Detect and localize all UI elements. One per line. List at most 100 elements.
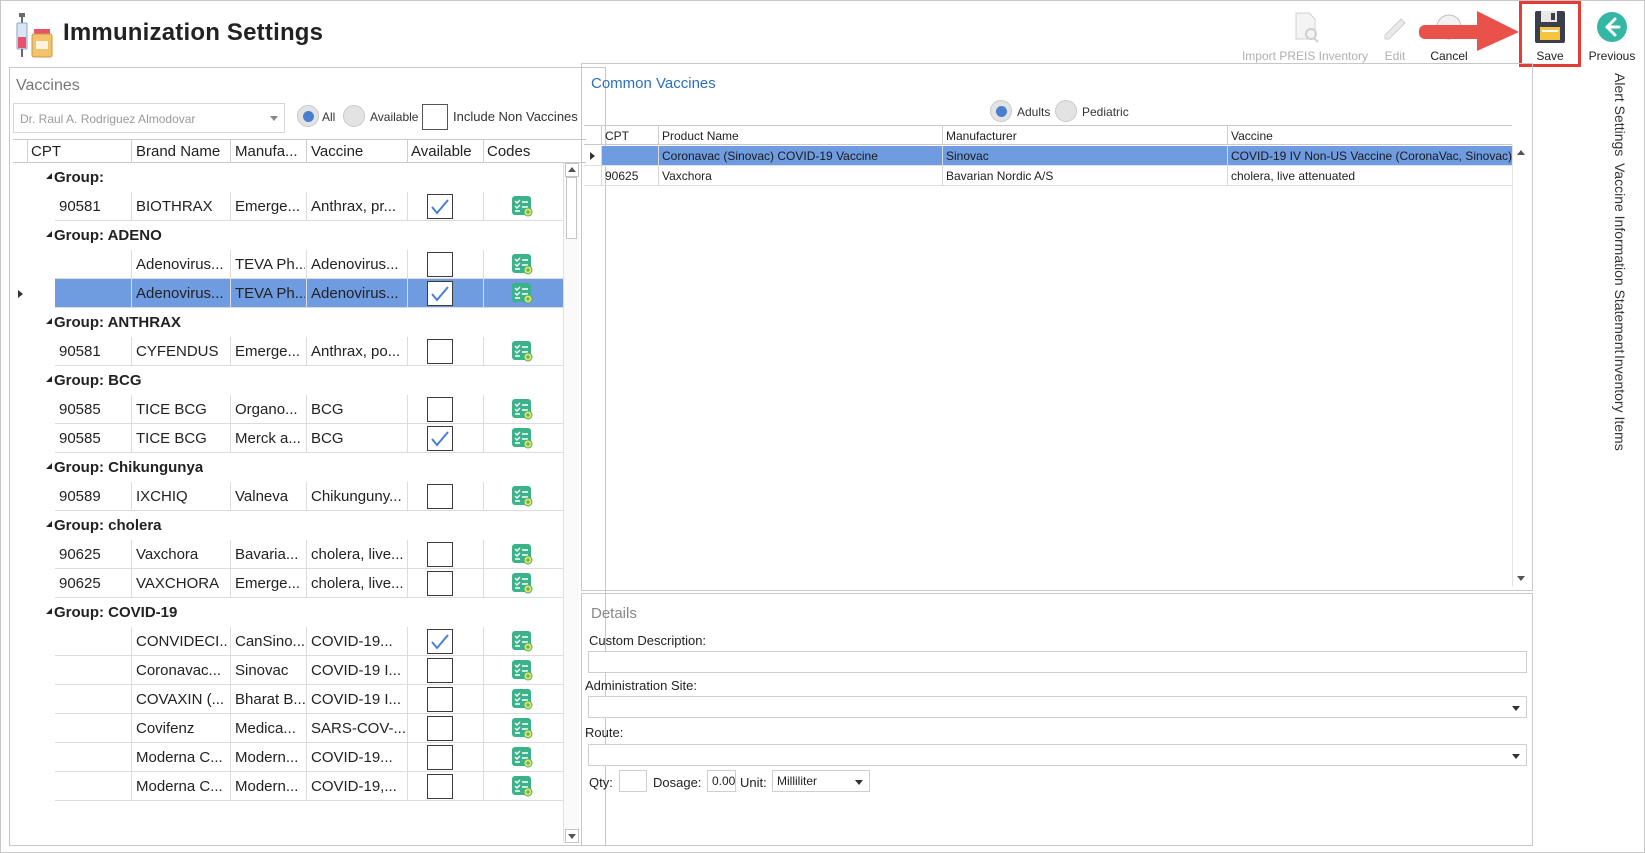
checklist-add-icon[interactable] bbox=[511, 427, 533, 449]
vaccine-row[interactable]: 90625 VAXCHORA Emerge... cholera, live... bbox=[13, 569, 565, 598]
common-vaccine-row[interactable]: Coronavac (Sinovac) COVID-19 Vaccine Sino… bbox=[584, 146, 1512, 166]
cell-brand-name: Adenovirus... bbox=[136, 256, 224, 273]
vaccine-row[interactable]: COVAXIN (... Bharat B... COVID-19 I... bbox=[13, 685, 565, 714]
group-row[interactable]: Group: COVID-19 bbox=[13, 598, 565, 627]
cv-col-vaccine[interactable]: Vaccine bbox=[1231, 129, 1273, 143]
include-non-vaccines-checkbox[interactable] bbox=[422, 104, 448, 130]
available-checkbox[interactable] bbox=[427, 194, 453, 219]
available-checkbox[interactable] bbox=[427, 774, 453, 799]
dosage-input[interactable]: 0.00 bbox=[707, 770, 736, 792]
checklist-add-icon[interactable] bbox=[511, 630, 533, 652]
col-codes[interactable]: Codes bbox=[487, 143, 530, 160]
available-checkbox[interactable] bbox=[427, 542, 453, 567]
checklist-add-icon[interactable] bbox=[511, 572, 533, 594]
vaccine-row[interactable]: 90585 TICE BCG Organo... BCG bbox=[13, 395, 565, 424]
col-cpt[interactable]: CPT bbox=[31, 143, 61, 160]
cv-cell-product-name: Coronavac (Sinovac) COVID-19 Vaccine bbox=[662, 149, 878, 163]
col-brand-name[interactable]: Brand Name bbox=[136, 143, 220, 160]
vaccine-row[interactable]: 90585 TICE BCG Merck a... BCG bbox=[13, 424, 565, 453]
common-vaccines-scrollbar[interactable] bbox=[1512, 145, 1528, 586]
filter-pediatric-radio[interactable] bbox=[1055, 100, 1077, 122]
vaccine-row[interactable]: 90581 BIOTHRAX Emerge... Anthrax, pr... bbox=[13, 192, 565, 221]
group-row[interactable]: Group: BCG bbox=[13, 366, 565, 395]
filter-available-radio[interactable] bbox=[343, 105, 365, 127]
cv-col-cpt[interactable]: CPT bbox=[605, 129, 629, 143]
available-checkbox[interactable] bbox=[427, 484, 453, 509]
checklist-add-icon[interactable] bbox=[511, 659, 533, 681]
vaccine-row[interactable]: Adenovirus... TEVA Ph... Adenovirus... bbox=[13, 250, 565, 279]
col-vaccine[interactable]: Vaccine bbox=[311, 143, 363, 160]
vaccines-grid-scrollbar[interactable] bbox=[563, 163, 579, 843]
available-checkbox[interactable] bbox=[427, 281, 453, 306]
common-vaccine-row[interactable]: 90625 Vaxchora Bavarian Nordic A/S cholera,… bbox=[584, 166, 1512, 186]
tab-alert-settings[interactable]: Alert Settings bbox=[1612, 73, 1628, 156]
available-checkbox[interactable] bbox=[427, 629, 453, 654]
scroll-down-icon[interactable] bbox=[568, 834, 576, 839]
collapse-group-icon[interactable] bbox=[46, 231, 52, 237]
administration-site-select[interactable] bbox=[588, 696, 1527, 718]
checklist-add-icon[interactable] bbox=[511, 398, 533, 420]
previous-button[interactable]: Previous bbox=[1587, 5, 1637, 63]
collapse-group-icon[interactable] bbox=[46, 608, 52, 614]
cv-col-product-name[interactable]: Product Name bbox=[662, 129, 739, 143]
custom-description-input[interactable] bbox=[588, 651, 1527, 673]
group-row[interactable]: Group: bbox=[13, 163, 565, 192]
available-checkbox[interactable] bbox=[427, 397, 453, 422]
collapse-group-icon[interactable] bbox=[46, 318, 52, 324]
collapse-group-icon[interactable] bbox=[46, 521, 52, 527]
vaccine-row[interactable]: 90581 CYFENDUS Emerge... Anthrax, po... bbox=[13, 337, 565, 366]
vaccine-row[interactable]: Moderna C... Modern... COVID-19,... bbox=[13, 772, 565, 801]
checklist-add-icon[interactable] bbox=[511, 340, 533, 362]
checklist-add-icon[interactable] bbox=[511, 746, 533, 768]
collapse-group-icon[interactable] bbox=[46, 376, 52, 382]
vaccine-row[interactable]: CONVIDECI... CanSino... COVID-19... bbox=[13, 627, 565, 656]
vaccine-row[interactable]: Covifenz Medica... SARS-COV-... bbox=[13, 714, 565, 743]
scroll-up-icon[interactable] bbox=[568, 167, 576, 172]
vaccine-row[interactable]: Adenovirus... TEVA Ph... Adenovirus... bbox=[13, 279, 565, 308]
checklist-add-icon[interactable] bbox=[511, 775, 533, 797]
vaccine-row[interactable]: 90625 Vaxchora Bavaria... cholera, live... bbox=[13, 540, 565, 569]
available-checkbox[interactable] bbox=[427, 339, 453, 364]
collapse-group-icon[interactable] bbox=[46, 173, 52, 179]
tab-inventory-items[interactable]: Inventory Items bbox=[1612, 355, 1628, 451]
tab-vaccine-information-statement[interactable]: Vaccine Information Statement bbox=[1612, 163, 1628, 353]
current-row-pointer-icon bbox=[590, 152, 595, 160]
scroll-down-icon[interactable] bbox=[1517, 576, 1525, 581]
checklist-add-icon[interactable] bbox=[511, 282, 533, 304]
available-checkbox[interactable] bbox=[427, 426, 453, 451]
group-row[interactable]: Group: ADENO bbox=[13, 221, 565, 250]
cv-col-manufacturer[interactable]: Manufacturer bbox=[946, 129, 1017, 143]
filter-adults-radio[interactable] bbox=[990, 100, 1012, 122]
filter-all-radio[interactable] bbox=[297, 105, 319, 127]
col-manufacturer[interactable]: Manufa... bbox=[235, 143, 298, 160]
checklist-add-icon[interactable] bbox=[511, 253, 533, 275]
group-row[interactable]: Group: ANTHRAX bbox=[13, 308, 565, 337]
checklist-add-icon[interactable] bbox=[511, 485, 533, 507]
checklist-add-icon[interactable] bbox=[511, 688, 533, 710]
available-checkbox[interactable] bbox=[427, 658, 453, 683]
checklist-add-icon[interactable] bbox=[511, 717, 533, 739]
scroll-up-icon[interactable] bbox=[1517, 150, 1525, 155]
group-row[interactable]: Group: cholera bbox=[13, 511, 565, 540]
vaccine-row[interactable]: Moderna C... Modern... COVID-19... bbox=[13, 743, 565, 772]
vaccine-row[interactable]: 90589 IXCHIQ Valneva Chikunguny... bbox=[13, 482, 565, 511]
checklist-add-icon[interactable] bbox=[511, 195, 533, 217]
scroll-thumb[interactable] bbox=[566, 177, 577, 239]
collapse-group-icon[interactable] bbox=[46, 463, 52, 469]
cell-manufacturer: Medica... bbox=[235, 720, 296, 737]
available-checkbox[interactable] bbox=[427, 716, 453, 741]
available-checkbox[interactable] bbox=[427, 687, 453, 712]
group-row[interactable]: Group: Chikungunya bbox=[13, 453, 565, 482]
checklist-add-icon[interactable] bbox=[511, 543, 533, 565]
provider-select[interactable]: Dr. Raul A. Rodriguez Almodovar bbox=[13, 103, 285, 133]
edit-button[interactable]: Edit bbox=[1377, 5, 1413, 63]
qty-input[interactable] bbox=[619, 770, 647, 792]
available-checkbox[interactable] bbox=[427, 252, 453, 277]
vaccine-row[interactable]: Coronavac... Sinovac COVID-19 I... bbox=[13, 656, 565, 685]
unit-select[interactable]: Milliliter bbox=[772, 770, 870, 792]
available-checkbox[interactable] bbox=[427, 571, 453, 596]
available-checkbox[interactable] bbox=[427, 745, 453, 770]
col-available[interactable]: Available bbox=[411, 143, 472, 160]
import-preis-inventory-button[interactable]: Import PREIS Inventory bbox=[1241, 5, 1369, 63]
route-select[interactable] bbox=[588, 744, 1527, 766]
